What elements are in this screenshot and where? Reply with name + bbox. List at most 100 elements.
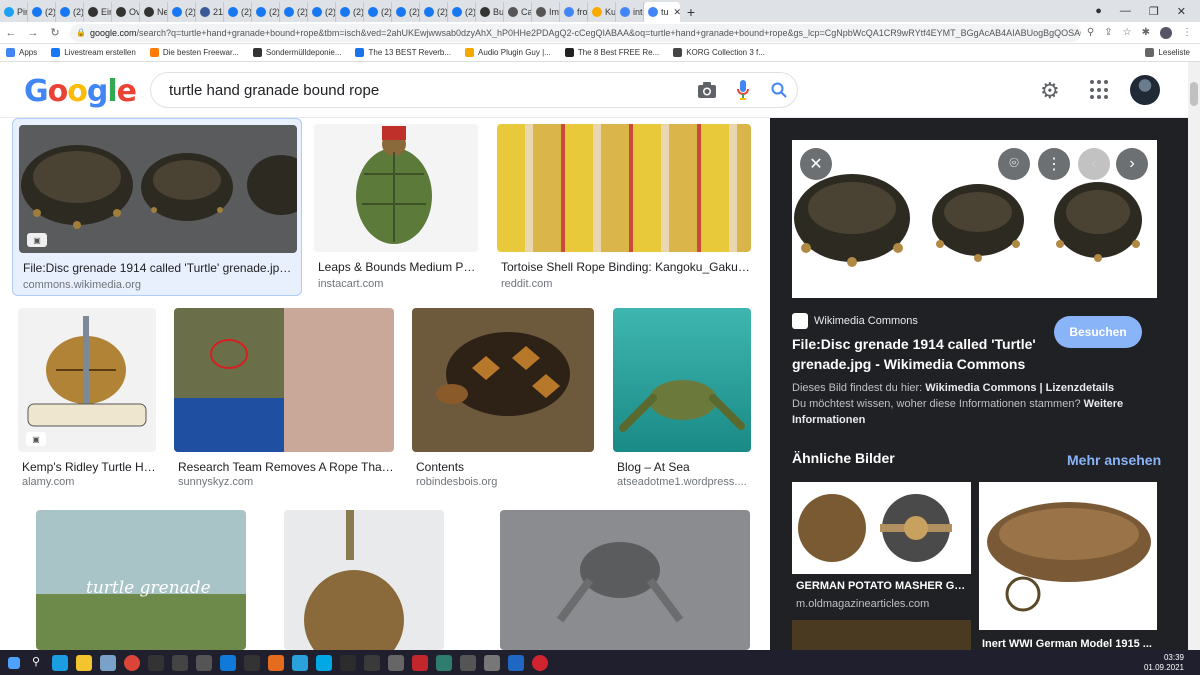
ableton-icon[interactable] [196, 654, 212, 671]
telegram-icon[interactable] [292, 654, 308, 671]
result-image-3[interactable] [497, 124, 751, 252]
explorer-icon[interactable] [76, 654, 92, 671]
browser-tab[interactable]: (2) Pi [252, 2, 280, 22]
bookmark-star-icon[interactable]: ☆ [1123, 27, 1132, 38]
similar-image-1[interactable] [792, 482, 971, 574]
result-source[interactable]: robindesbois.org [416, 476, 497, 488]
result-image-10[interactable] [500, 510, 750, 650]
app-icon-12[interactable] [484, 654, 500, 671]
similar-image-3[interactable] [792, 620, 971, 650]
taskbar-search-icon[interactable]: ⚲ [28, 655, 44, 671]
app-icon-11[interactable] [460, 654, 476, 671]
bookmark-item[interactable]: Apps [6, 48, 37, 57]
preview-title[interactable]: File:Disc grenade 1914 called 'Turtle' g… [792, 334, 1042, 374]
license-details-link[interactable]: Lizenzdetails [1046, 382, 1114, 394]
more-options-button[interactable]: ⋮ [1038, 148, 1070, 180]
similar-source[interactable]: m.oldmagazinearticles.com [796, 598, 929, 610]
result-card-7[interactable]: Blog – At Sea atseadotme1.wordpress.... [613, 308, 753, 488]
tab-active[interactable]: tu ✕ [644, 2, 680, 22]
result-source[interactable]: atseadotme1.wordpress.... [617, 476, 747, 488]
back-icon[interactable]: ← [0, 27, 22, 39]
settings-gear-icon[interactable]: ⚙ [1040, 78, 1060, 104]
browser-tab[interactable]: Einsp [84, 2, 112, 22]
system-clock[interactable]: 03:39 01.09.2021 [1144, 653, 1200, 673]
result-image-6[interactable] [412, 308, 594, 452]
result-title[interactable]: Contents [416, 460, 596, 474]
result-image-1[interactable]: ▣ [19, 125, 297, 253]
bookmark-item[interactable]: Sondermülldeponie... [252, 48, 341, 57]
store-icon[interactable] [100, 654, 116, 671]
profile-menu-icon[interactable]: ● [1095, 5, 1102, 17]
camera-icon[interactable] [689, 81, 725, 99]
minimize-icon[interactable]: — [1120, 5, 1131, 17]
share-icon[interactable]: ⇪ [1104, 27, 1112, 38]
browser-tab[interactable]: (2) Fa [224, 2, 252, 22]
result-image-9[interactable] [284, 510, 444, 650]
result-source[interactable]: commons.wikimedia.org [23, 279, 141, 291]
result-title[interactable]: Leaps & Bounds Medium Plu... [318, 260, 478, 274]
info-site-link[interactable]: Wikimedia Commons [925, 382, 1036, 394]
browser-tab[interactable]: (2) Fa [392, 2, 420, 22]
browser-tab[interactable]: (2) Fa [448, 2, 476, 22]
browser-tab[interactable]: inter [616, 2, 644, 22]
browser-menu-icon[interactable]: ⋮ [1182, 27, 1192, 38]
google-logo[interactable]: Google [24, 74, 137, 109]
app-icon-6[interactable] [340, 654, 356, 671]
browser-tab[interactable]: (2) Au [168, 2, 196, 22]
scrollbar-thumb[interactable] [1190, 82, 1198, 106]
result-card-3[interactable]: Tortoise Shell Rope Binding: Kangoku_Gak… [497, 124, 751, 294]
browser-tab[interactable]: Kunc [588, 2, 616, 22]
browser-tab[interactable]: (2) au [308, 2, 336, 22]
app-icon-2[interactable] [172, 654, 188, 671]
browser-tab[interactable]: frotik [560, 2, 588, 22]
result-image-2[interactable] [314, 124, 478, 252]
bookmark-item[interactable]: Audio Plugin Guy |... [465, 48, 551, 57]
new-tab-button[interactable]: + [680, 2, 702, 22]
microphone-icon[interactable] [725, 79, 761, 101]
browser-tab[interactable]: Pinky [0, 2, 28, 22]
browser-tab[interactable]: Overv [112, 2, 140, 22]
chrome-icon[interactable] [124, 654, 140, 671]
bookmark-item[interactable]: KORG Collection 3 f... [673, 48, 765, 57]
url-field[interactable]: 🔒 google.com/search?q=turtle+hand+granad… [70, 23, 1081, 42]
app-icon-4[interactable] [244, 654, 260, 671]
profile-avatar-small[interactable] [1160, 26, 1172, 39]
app-icon-8[interactable] [388, 654, 404, 671]
bookmark-item[interactable]: Die besten Freewar... [149, 48, 239, 57]
account-avatar[interactable] [1130, 75, 1160, 105]
app-icon-13[interactable] [508, 654, 524, 671]
reading-list[interactable]: Leseliste [1145, 48, 1200, 57]
result-title[interactable]: File:Disc grenade 1914 called 'Turtle' g… [23, 261, 295, 275]
app-icon-10[interactable] [436, 654, 452, 671]
close-window-icon[interactable]: ✕ [1177, 5, 1186, 18]
result-title[interactable]: Tortoise Shell Rope Binding: Kangoku_Gak… [501, 260, 751, 274]
result-image-7[interactable] [613, 308, 751, 452]
search-box[interactable]: turtle hand granade bound rope [150, 72, 798, 108]
result-title[interactable]: Blog – At Sea [617, 460, 751, 474]
browser-tab[interactable]: (2) Fa [28, 2, 56, 22]
browser-tab[interactable]: (2) Fa [56, 2, 84, 22]
similar-image-2[interactable] [979, 482, 1157, 630]
next-image-button[interactable]: › [1116, 148, 1148, 180]
app-icon-9[interactable] [412, 654, 428, 671]
windows-start-icon[interactable] [8, 656, 20, 669]
bookmark-item[interactable]: Livestream erstellen [51, 48, 136, 57]
maximize-icon[interactable]: ❐ [1149, 5, 1159, 18]
visit-button[interactable]: Besuchen [1054, 316, 1142, 348]
browser-tab[interactable]: (2) Fa [364, 2, 392, 22]
page-scrollbar[interactable] [1188, 62, 1200, 650]
result-source[interactable]: sunnyskyz.com [178, 476, 253, 488]
result-card-1[interactable]: ▣ File:Disc grenade 1914 called 'Turtle'… [12, 118, 302, 296]
lens-search-button[interactable]: ⌾ [998, 148, 1030, 180]
browser-tab[interactable]: 2137 [196, 2, 224, 22]
reload-icon[interactable]: ↻ [44, 26, 66, 39]
app-icon-3[interactable] [220, 654, 236, 671]
extensions-icon[interactable]: ✱ [1142, 27, 1150, 38]
result-card-10[interactable] [482, 510, 752, 650]
app-icon-14[interactable] [532, 654, 548, 671]
close-preview-button[interactable]: ✕ [800, 148, 832, 180]
google-apps-icon[interactable] [1090, 80, 1110, 100]
app-icon-1[interactable] [148, 654, 164, 671]
browser-tab[interactable]: Calm [504, 2, 532, 22]
previous-image-button[interactable]: ‹ [1078, 148, 1110, 180]
